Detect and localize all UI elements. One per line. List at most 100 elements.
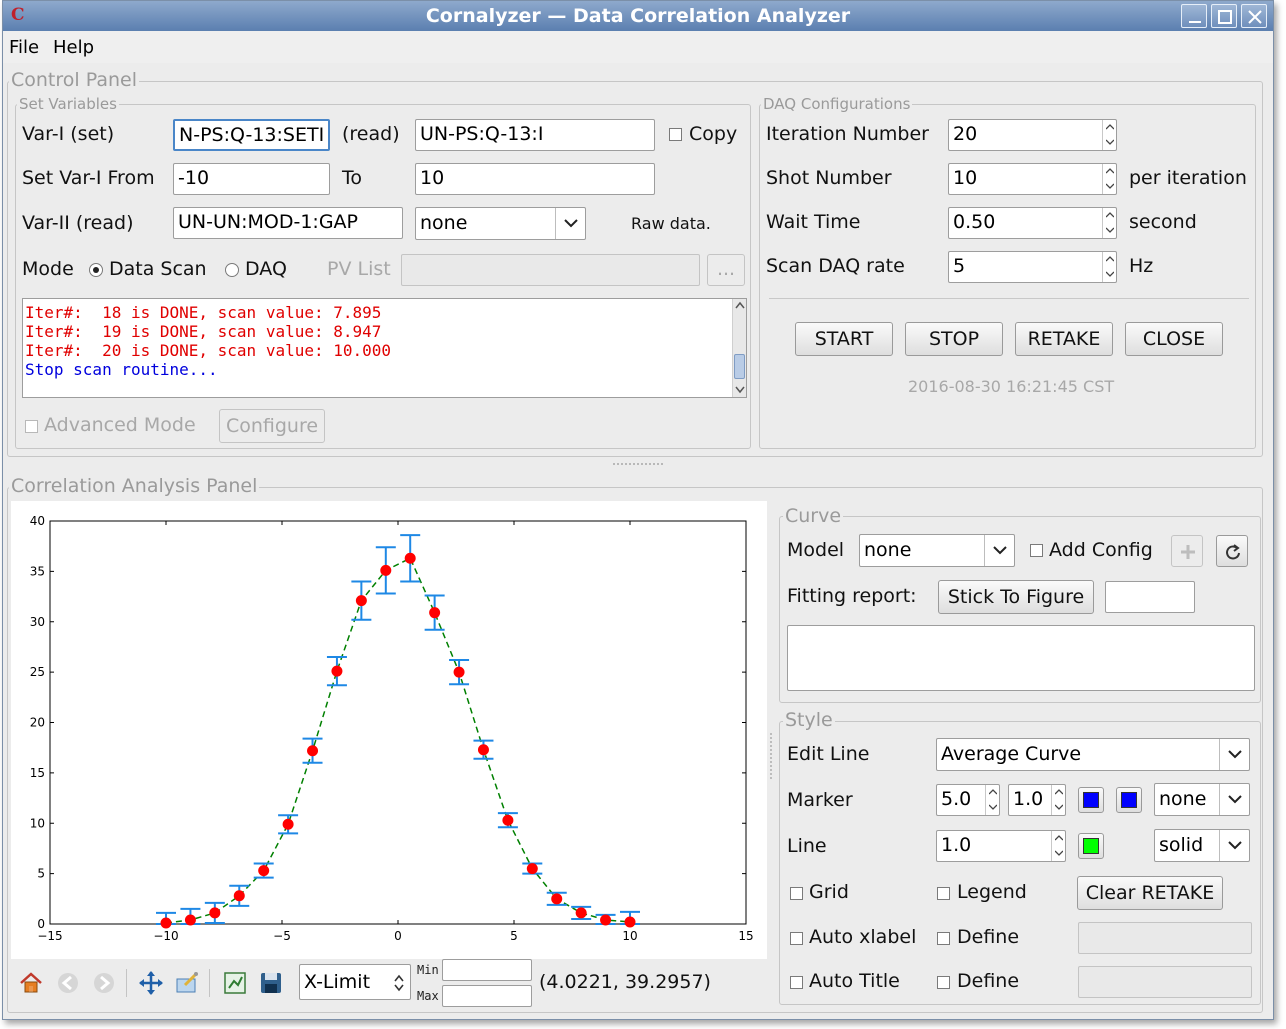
auto-title-label: Auto Title [809,970,900,992]
home-icon[interactable] [17,969,45,997]
spin-up-icon [1106,212,1114,218]
title-input[interactable] [1078,966,1252,998]
shot-spinbox[interactable]: 10 [948,163,1117,195]
pan-icon[interactable] [137,969,165,997]
iteration-spinbox[interactable]: 20 [948,119,1117,151]
pv-list-browse-button[interactable]: ... [707,254,745,286]
line-style-combo[interactable]: solid [1154,829,1250,862]
auto-xlabel-label: Auto xlabel [809,926,917,948]
figure-canvas[interactable]: −15 −10 −5 0 5 10 15 0 5 10 15 20 25 30 35 40 [11,501,767,959]
subplots-icon[interactable] [221,969,249,997]
define-title-checkbox[interactable] [937,976,950,989]
data-point [380,564,392,576]
copy-checkbox[interactable] [669,128,682,141]
advanced-mode-checkbox[interactable] [25,420,38,433]
clear-retake-button[interactable]: Clear RETAKE [1077,876,1223,910]
daq-title: DAQ Configurations [761,94,913,114]
xlabel-input[interactable] [1078,922,1252,954]
back-icon[interactable] [54,969,82,997]
maximize-button[interactable] [1211,4,1237,28]
menu-file[interactable]: File [9,37,39,58]
line-style-value: solid [1159,834,1204,856]
var2-combo[interactable]: none [415,207,586,240]
y-tick-label: 40 [30,514,45,528]
marker-edge-color-button[interactable] [1116,787,1142,813]
log-output[interactable]: Iter#: 18 is DONE, scan value: 7.895 Ite… [22,298,747,398]
spin-up-icon [1106,124,1114,130]
marker-style-combo[interactable]: none [1154,783,1250,816]
zoom-icon[interactable] [173,969,201,997]
data-point [282,818,294,830]
marker-width-value: 1.0 [1013,788,1044,810]
data-point [600,914,612,926]
raw-data-label: Raw data. [631,214,711,233]
from-input[interactable]: -10 [173,163,330,195]
grid-checkbox[interactable] [790,887,803,900]
fitting-report-label: Fitting report: [787,585,917,607]
splitter-handle[interactable] [613,463,663,469]
log-line: Stop scan routine... [25,360,218,379]
stick-to-figure-button[interactable]: Stick To Figure [938,580,1094,614]
minimize-button[interactable] [1181,4,1207,28]
title-bar[interactable]: C Cornalyzer — Data Correlation Analyzer [3,1,1273,31]
save-icon[interactable] [257,969,285,997]
mode-daq-radio[interactable] [225,263,239,277]
forward-icon[interactable] [90,969,118,997]
wait-spinbox[interactable]: 0.50 [948,207,1117,239]
configure-button[interactable]: Configure [219,409,325,443]
marker-size-spinbox[interactable]: 5.0 [936,784,1000,816]
marker-width-spinbox[interactable]: 1.0 [1008,784,1066,816]
edit-line-combo[interactable]: Average Curve [936,738,1250,771]
cursor-coordinates: (4.0221, 39.2957) [539,971,711,993]
from-label: Set Var-I From [22,167,155,189]
marker-face-color-button[interactable] [1078,787,1104,813]
x-tick-label: −5 [273,929,291,943]
shot-unit: per iteration [1129,167,1247,189]
mode-data-scan-radio[interactable] [89,263,103,277]
y-tick-label: 15 [30,766,45,780]
auto-title-checkbox[interactable] [790,976,803,989]
refresh-button[interactable] [1216,535,1248,567]
spin-down-icon [1106,139,1114,145]
spin-up-icon [1055,789,1063,795]
model-combo[interactable]: none [859,534,1015,567]
panel-grip[interactable] [770,733,774,779]
chart[interactable]: −15 −10 −5 0 5 10 15 0 5 10 15 20 25 30 35 40 [11,501,767,959]
close-button[interactable]: CLOSE [1125,322,1223,356]
stop-button[interactable]: STOP [905,322,1003,356]
min-input[interactable] [442,959,532,981]
start-button[interactable]: START [795,322,893,356]
define-xlabel-checkbox[interactable] [937,932,950,945]
retake-button[interactable]: RETAKE [1015,322,1113,356]
xlimit-combo[interactable]: X-Limit [299,964,411,1000]
var2-input[interactable]: UN-UN:MOD-1:GAP [173,207,403,239]
line-color-button[interactable] [1078,833,1104,859]
read-label: (read) [342,123,400,145]
daq-divider [769,298,1249,299]
line-width-spinbox[interactable]: 1.0 [936,830,1066,862]
add-model-button[interactable] [1171,535,1203,567]
rate-label: Scan DAQ rate [766,255,905,277]
menu-help[interactable]: Help [53,37,94,58]
x-tick-label: −15 [37,929,62,943]
control-panel-title: Control Panel [9,69,139,91]
rate-spinbox[interactable]: 5 [948,251,1117,283]
stick-field[interactable] [1105,581,1195,613]
max-input[interactable] [442,985,532,1007]
close-window-button[interactable] [1241,4,1267,28]
to-input[interactable]: 10 [415,163,655,195]
spin-up-icon [989,789,997,795]
var2-combo-value: none [420,212,468,234]
log-scroll-thumb[interactable] [734,354,745,379]
data-point [184,914,196,926]
log-scrollbar[interactable] [732,299,746,397]
pv-list-input[interactable] [401,254,700,286]
data-point [502,814,514,826]
var1-set-input[interactable]: N-PS:Q-13:SETI [173,119,330,151]
legend-checkbox[interactable] [937,887,950,900]
fitting-report-output[interactable] [787,625,1255,691]
var1-read-input[interactable]: UN-PS:Q-13:I [415,119,655,151]
spin-down-icon [1055,850,1063,856]
auto-xlabel-checkbox[interactable] [790,932,803,945]
add-config-checkbox[interactable] [1030,544,1043,557]
